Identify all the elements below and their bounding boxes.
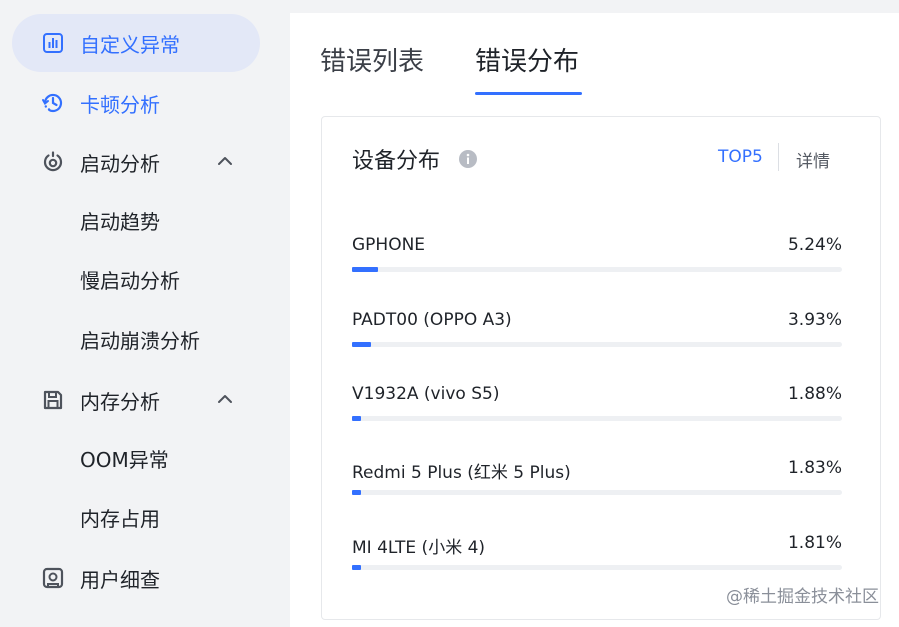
device-row: Redmi 5 Plus (红米 5 Plus) 1.83%: [352, 458, 842, 508]
device-distribution-card: 设备分布 TOP5 详情 GPHONE 5.24% PADT00 (OPPO A3)…: [321, 116, 881, 620]
sidebar: 自定义异常 卡顿分析 启动分析 启动趋势 慢启动分析 启动崩溃分析 内存分析 O…: [0, 0, 290, 627]
device-row: PADT00 (OPPO A3) 3.93%: [352, 310, 842, 360]
device-percent: 1.83%: [787, 458, 842, 478]
sidebar-item-custom-exception[interactable]: 自定义异常: [12, 14, 260, 72]
progress-fill: [352, 267, 378, 272]
sidebar-item-label: 自定义异常: [80, 32, 180, 57]
save-disk-icon: [40, 387, 66, 413]
clock-refresh-icon: [40, 90, 66, 116]
device-name: Redmi 5 Plus (红米 5 Plus): [352, 463, 571, 483]
sidebar-subitem-slow-startup[interactable]: 慢启动分析: [80, 261, 180, 301]
device-percent: 1.88%: [787, 384, 842, 404]
device-name: PADT00 (OPPO A3): [352, 310, 512, 330]
device-percent: 5.24%: [787, 235, 842, 255]
power-icon: [40, 149, 66, 175]
info-icon[interactable]: [458, 149, 478, 169]
progress-track: [352, 416, 842, 421]
sidebar-item-startup-analysis[interactable]: 启动分析: [12, 133, 260, 191]
sidebar-subitem-memory-usage[interactable]: 内存占用: [80, 499, 160, 539]
progress-track: [352, 267, 842, 272]
sidebar-subitem-oom[interactable]: OOM异常: [80, 440, 169, 480]
bar-chart-icon: [40, 30, 66, 56]
sidebar-item-memory-analysis[interactable]: 内存分析: [12, 371, 260, 429]
device-row: MI 4LTE (小米 4) 1.81%: [352, 533, 842, 583]
detail-link[interactable]: 详情: [796, 147, 830, 172]
user-search-icon: [40, 565, 66, 591]
device-name: MI 4LTE (小米 4): [352, 538, 486, 558]
device-name: GPHONE: [352, 235, 426, 255]
progress-track: [352, 565, 842, 570]
top5-button[interactable]: TOP5: [718, 147, 763, 167]
progress-fill: [352, 342, 372, 347]
card-title: 设备分布: [352, 149, 441, 174]
tab-error-distribution[interactable]: 错误分布: [475, 41, 579, 78]
device-percent: 3.93%: [787, 310, 842, 330]
chevron-up-icon[interactable]: [216, 389, 234, 407]
sidebar-item-label: 卡顿分析: [80, 92, 160, 117]
progress-track: [352, 342, 842, 347]
device-row: V1932A (vivo S5) 1.88%: [352, 384, 842, 434]
active-tab-indicator: [475, 92, 582, 95]
progress-fill: [352, 416, 362, 421]
device-percent: 1.81%: [787, 533, 842, 553]
progress-fill: [352, 490, 361, 495]
sidebar-item-label: 用户细查: [80, 567, 160, 592]
progress-fill: [352, 565, 361, 570]
sidebar-subitem-startup-crash[interactable]: 启动崩溃分析: [80, 321, 200, 361]
sidebar-item-user-detail[interactable]: 用户细查: [12, 549, 260, 607]
main-panel: 错误列表 错误分布 设备分布 TOP5 详情 GPHONE 5.24% PADT00…: [290, 13, 899, 627]
sidebar-item-label: 启动分析: [80, 151, 160, 176]
divider: [778, 143, 779, 171]
watermark: @稀土掘金技术社区: [726, 587, 879, 607]
sidebar-item-label: 内存分析: [80, 389, 160, 414]
sidebar-subitem-startup-trend[interactable]: 启动趋势: [80, 202, 160, 242]
sidebar-item-lag-analysis[interactable]: 卡顿分析: [12, 74, 260, 132]
chevron-up-icon[interactable]: [216, 151, 234, 169]
tab-error-list[interactable]: 错误列表: [320, 41, 424, 78]
device-name: V1932A (vivo S5): [352, 384, 500, 404]
device-row: GPHONE 5.24%: [352, 235, 842, 285]
progress-track: [352, 490, 842, 495]
